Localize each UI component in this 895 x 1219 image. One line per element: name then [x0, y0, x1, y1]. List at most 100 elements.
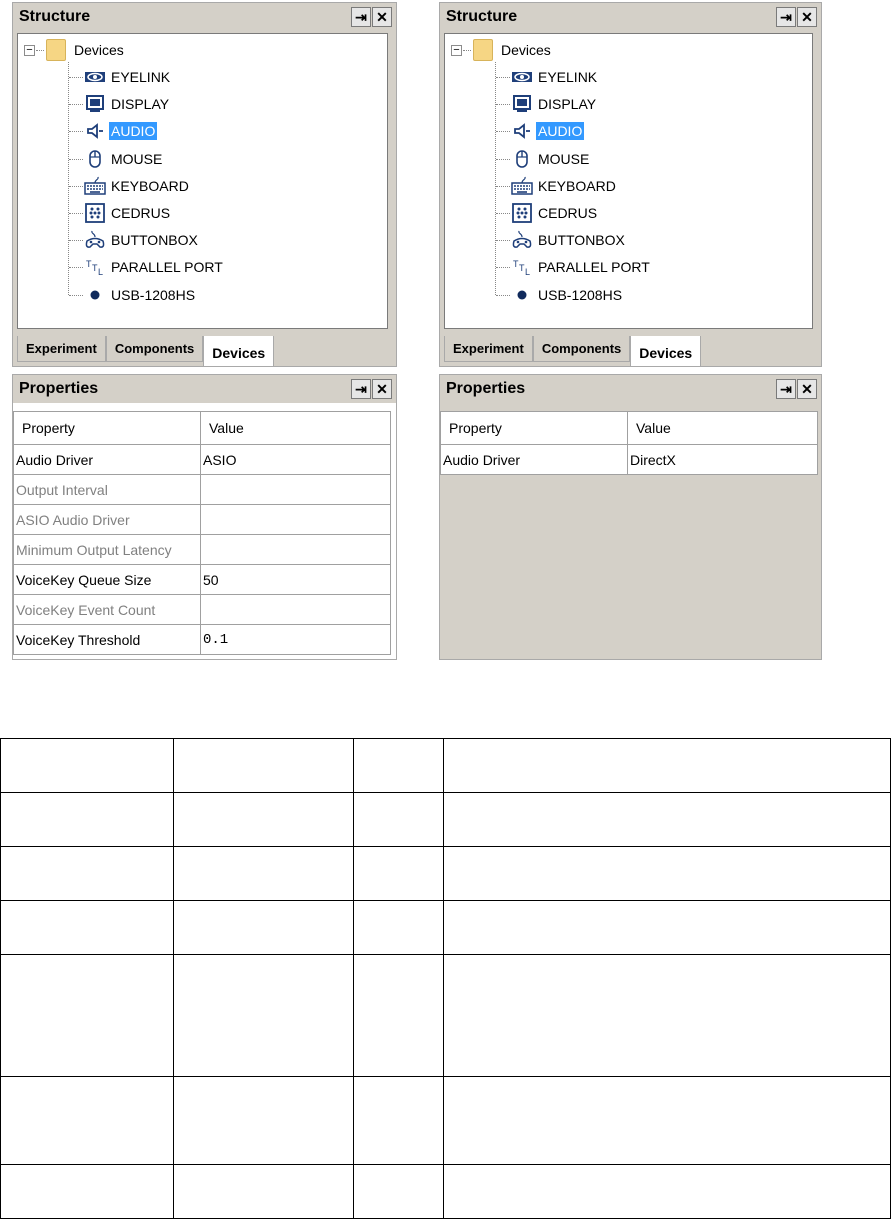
tree-item-cedrus[interactable]: CEDRUS [511, 201, 599, 225]
tree-item-eyelink[interactable]: EYELINK [84, 65, 172, 89]
tree-item-keyboard[interactable]: KEYBOARD [511, 174, 618, 198]
tree-item-display[interactable]: DISPLAY [84, 92, 171, 116]
value-column-header[interactable]: Value [200, 411, 391, 445]
properties-titlebar: Properties ⇥ ✕ [440, 375, 821, 403]
tree-root-devices[interactable]: − Devices [451, 38, 553, 62]
property-row[interactable]: ASIO Audio Driver [13, 504, 391, 535]
tab-devices[interactable]: Devices [630, 336, 702, 367]
svg-text:L: L [525, 267, 530, 277]
tree-item-eyelink[interactable]: EYELINK [511, 65, 599, 89]
device-tree: − Devices EYELINK DISPLAY AUDIO MOUSE KEYBOARD… [17, 33, 388, 329]
table-row [0, 846, 891, 901]
tree-item-buttonbox[interactable]: BUTTONBOX [511, 228, 627, 252]
close-icon[interactable]: ✕ [372, 7, 392, 27]
audio-icon [511, 121, 533, 141]
empty-document-table [0, 738, 891, 1219]
properties-titlebar: Properties ⇥ ✕ [13, 375, 396, 403]
table-row [0, 900, 891, 955]
tab-experiment[interactable]: Experiment [17, 336, 106, 362]
property-row[interactable]: Audio Driver DirectX [440, 444, 818, 475]
property-value[interactable]: 0.1 [200, 624, 391, 655]
tab-components[interactable]: Components [105, 336, 204, 362]
eyelink-icon [84, 67, 106, 87]
structure-titlebar: Structure ⇥ ✕ [440, 3, 821, 31]
tree-item-mouse[interactable]: MOUSE [511, 147, 591, 171]
tree-item-label: PARALLEL PORT [111, 259, 223, 276]
keyboard-icon [84, 176, 106, 196]
tree-item-label: DISPLAY [111, 96, 170, 113]
property-value [200, 534, 391, 565]
tree-item-usb-1208hs[interactable]: USB-1208HS [84, 283, 197, 307]
mouse-icon [84, 149, 106, 169]
close-icon[interactable]: ✕ [797, 379, 817, 399]
close-icon[interactable]: ✕ [797, 7, 817, 27]
tree-item-label: USB-1208HS [538, 286, 623, 303]
close-icon[interactable]: ✕ [372, 379, 392, 399]
usb-dot-icon [84, 285, 106, 305]
tab-experiment[interactable]: Experiment [444, 336, 533, 362]
tree-item-label: KEYBOARD [538, 177, 616, 194]
tree-item-label: BUTTONBOX [111, 232, 198, 249]
tree-item-audio[interactable]: AUDIO [511, 119, 585, 143]
tree-item-cedrus[interactable]: CEDRUS [84, 201, 172, 225]
property-row[interactable]: VoiceKey Threshold 0.1 [13, 624, 391, 655]
property-name: VoiceKey Queue Size [13, 564, 201, 595]
table-row [0, 792, 891, 847]
tree-item-label: AUDIO [536, 122, 585, 141]
tree-item-label: DISPLAY [538, 96, 597, 113]
property-grid: Property Value Audio Driver ASIO Output Inte… [13, 411, 396, 659]
property-value[interactable]: ASIO [200, 444, 391, 475]
tree-item-usb-1208hs[interactable]: USB-1208HS [511, 283, 624, 307]
property-name: Audio Driver [440, 444, 628, 475]
tree-item-label: CEDRUS [111, 205, 171, 221]
property-name: Minimum Output Latency [13, 534, 201, 565]
structure-panel-left: Structure ⇥ ✕ − Devices EYELINK DISPLAY AUDI… [12, 2, 397, 367]
pin-icon[interactable]: ⇥ [776, 379, 796, 399]
tree-item-mouse[interactable]: MOUSE [84, 147, 164, 171]
property-header-row: Property Value [13, 411, 391, 445]
tree-item-display[interactable]: DISPLAY [511, 92, 598, 116]
value-column-header[interactable]: Value [627, 411, 818, 445]
tree-item-audio[interactable]: AUDIO [84, 119, 158, 143]
tab-devices[interactable]: Devices [203, 336, 275, 367]
properties-title: Properties [446, 380, 526, 397]
display-icon [84, 94, 106, 114]
property-row[interactable]: Minimum Output Latency [13, 534, 391, 565]
table-row [0, 738, 891, 793]
tree-item-parallel-port[interactable]: T T L PARALLEL PORT [511, 255, 652, 279]
table-row [0, 954, 891, 1077]
tree-item-buttonbox[interactable]: BUTTONBOX [84, 228, 200, 252]
pin-icon[interactable]: ⇥ [351, 379, 371, 399]
ttl-icon: TTL [511, 257, 533, 277]
collapse-icon[interactable]: − [451, 44, 462, 56]
property-name: ASIO Audio Driver [13, 504, 201, 535]
cedrus-icon [511, 203, 533, 223]
tree-root-label: Devices [501, 42, 551, 58]
pin-icon[interactable]: ⇥ [351, 7, 371, 27]
property-value[interactable]: DirectX [627, 444, 818, 475]
tree-root-devices[interactable]: − Devices [24, 38, 126, 62]
tree-item-keyboard[interactable]: KEYBOARD [84, 174, 191, 198]
table-cell [173, 738, 354, 793]
property-column-header[interactable]: Property [13, 411, 201, 445]
table-row [0, 1164, 891, 1219]
properties-panel-left: Properties ⇥ ✕ Property Value Audio Driver… [12, 374, 397, 660]
tree-item-label: CEDRUS [538, 205, 598, 221]
keyboard-icon [511, 176, 533, 196]
tree-item-label: MOUSE [538, 150, 590, 167]
table-cell [353, 738, 444, 793]
display-icon [511, 94, 533, 114]
property-row[interactable]: VoiceKey Queue Size 50 [13, 564, 391, 595]
table-cell [0, 738, 174, 793]
collapse-icon[interactable]: − [24, 44, 35, 56]
property-row[interactable]: Audio Driver ASIO [13, 444, 391, 475]
tab-components[interactable]: Components [532, 336, 631, 362]
tree-item-parallel-port[interactable]: T T L PARALLEL PORT [84, 255, 225, 279]
tree-root-label: Devices [74, 42, 124, 58]
property-column-header[interactable]: Property [440, 411, 628, 445]
property-row[interactable]: VoiceKey Event Count [13, 594, 391, 625]
property-value[interactable]: 50 [200, 564, 391, 595]
property-row[interactable]: Output Interval [13, 474, 391, 505]
property-name: Audio Driver [13, 444, 201, 475]
pin-icon[interactable]: ⇥ [776, 7, 796, 27]
